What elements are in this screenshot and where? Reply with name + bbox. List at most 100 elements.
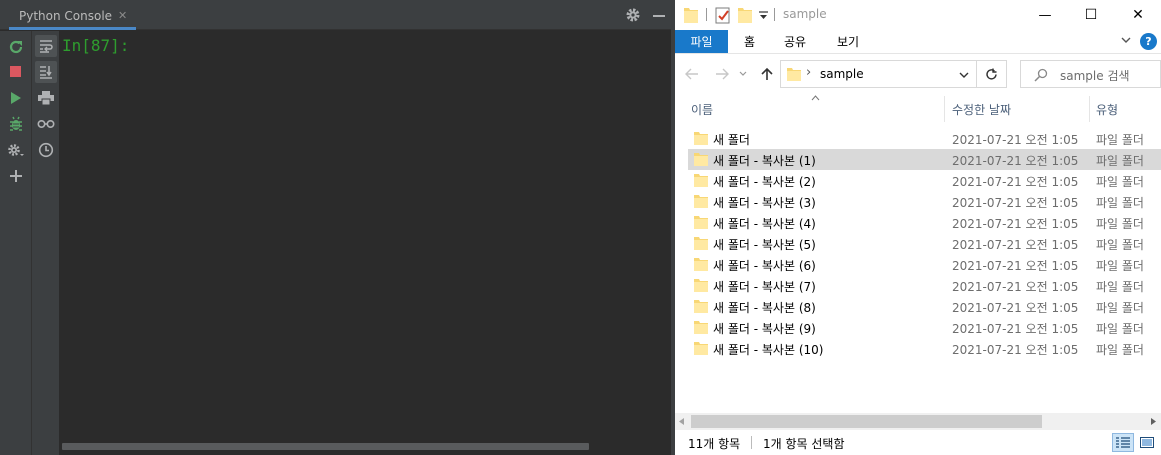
rerun-icon[interactable] <box>7 38 25 56</box>
console-prompt[interactable]: In[87]: <box>62 36 129 55</box>
print-icon[interactable] <box>37 89 55 107</box>
breadcrumb-separator[interactable]: › <box>806 65 811 80</box>
file-name: 새 폴더 - 복사본 (1) <box>713 154 816 168</box>
column-divider[interactable] <box>944 96 945 122</box>
minimize-icon[interactable] <box>653 7 665 23</box>
file-type: 파일 폴더 <box>1096 343 1144 357</box>
item-count: 11개 항목 <box>688 437 741 451</box>
recent-locations-icon[interactable] <box>739 71 747 77</box>
file-row[interactable]: 새 폴더 - 복사본 (6) 2021-07-21 오전 1:05 파일 폴더 <box>688 254 1161 275</box>
folder-icon <box>694 132 708 145</box>
file-row[interactable]: 새 폴더 - 복사본 (9) 2021-07-21 오전 1:05 파일 폴더 <box>688 317 1161 338</box>
file-row[interactable]: 새 폴더 - 복사본 (1) 2021-07-21 오전 1:05 파일 폴더 <box>688 149 1161 170</box>
sort-ascending-icon <box>811 95 820 101</box>
console-secondary-toolbar <box>32 31 60 455</box>
quick-access-dropdown-icon[interactable] <box>759 11 768 20</box>
details-view-button[interactable] <box>1112 433 1134 452</box>
file-date: 2021-07-21 오전 1:05 <box>952 238 1079 252</box>
file-type: 파일 폴더 <box>1096 154 1144 168</box>
window-title: sample <box>783 7 827 21</box>
properties-icon[interactable] <box>715 6 731 24</box>
tab-close-icon[interactable]: ✕ <box>118 9 127 22</box>
file-explorer-window: sample — ☐ ✕ 파일 홈 공유 보기 ? › sample sampl… <box>675 0 1161 455</box>
minimize-button[interactable]: — <box>1022 0 1068 30</box>
file-name: 새 폴더 - 복사본 (5) <box>713 238 816 252</box>
file-type: 파일 폴더 <box>1096 175 1144 189</box>
file-type: 파일 폴더 <box>1096 259 1144 273</box>
file-row[interactable]: 새 폴더 - 복사본 (4) 2021-07-21 오전 1:05 파일 폴더 <box>688 212 1161 233</box>
scroll-right-icon[interactable] <box>1151 418 1157 425</box>
breadcrumb-sample[interactable]: sample <box>820 67 864 81</box>
maximize-button[interactable]: ☐ <box>1068 0 1114 30</box>
show-variables-icon[interactable] <box>37 115 55 133</box>
expand-ribbon-icon[interactable] <box>1121 37 1131 44</box>
search-icon <box>1034 68 1048 82</box>
file-name: 새 폴더 - 복사본 (7) <box>713 280 816 294</box>
tab-share[interactable]: 공유 <box>784 30 806 53</box>
explorer-title-bar: sample — ☐ ✕ <box>675 0 1161 30</box>
tab-home[interactable]: 홈 <box>744 30 755 53</box>
file-row[interactable]: 새 폴더 - 복사본 (8) 2021-07-21 오전 1:05 파일 폴더 <box>688 296 1161 317</box>
file-row[interactable]: 새 폴더 - 복사본 (3) 2021-07-21 오전 1:05 파일 폴더 <box>688 191 1161 212</box>
large-icons-view-button[interactable] <box>1137 433 1157 452</box>
file-name: 새 폴더 - 복사본 (4) <box>713 217 816 231</box>
file-row[interactable]: 새 폴더 - 복사본 (2) 2021-07-21 오전 1:05 파일 폴더 <box>688 170 1161 191</box>
tab-view[interactable]: 보기 <box>837 30 859 53</box>
ribbon-tabs: 파일 홈 공유 보기 ? <box>675 30 1161 54</box>
column-header-name[interactable]: 이름 <box>691 96 713 122</box>
soft-wrap-icon[interactable] <box>35 35 57 57</box>
details-view-icon <box>1116 436 1130 448</box>
column-header-date[interactable]: 수정한 날짜 <box>952 96 1011 122</box>
scrollbar-thumb[interactable] <box>691 415 1042 428</box>
new-folder-icon[interactable] <box>738 7 752 23</box>
file-row[interactable]: 새 폴더 - 복사본 (5) 2021-07-21 오전 1:05 파일 폴더 <box>688 233 1161 254</box>
up-arrow-icon[interactable] <box>760 67 774 81</box>
console-horizontal-scrollbar[interactable] <box>62 443 589 450</box>
file-date: 2021-07-21 오전 1:05 <box>952 154 1079 168</box>
file-date: 2021-07-21 오전 1:05 <box>952 259 1079 273</box>
file-type: 파일 폴더 <box>1096 196 1144 210</box>
back-arrow-icon[interactable] <box>685 68 699 80</box>
file-date: 2021-07-21 오전 1:05 <box>952 343 1079 357</box>
address-dropdown-icon[interactable] <box>959 72 969 79</box>
forward-arrow-icon[interactable] <box>715 68 729 80</box>
debug-icon[interactable] <box>7 115 25 133</box>
file-name: 새 폴더 - 복사본 (3) <box>713 196 816 210</box>
file-date: 2021-07-21 오전 1:05 <box>952 217 1079 231</box>
run-icon[interactable] <box>7 89 25 107</box>
column-header-type[interactable]: 유형 <box>1096 96 1118 122</box>
history-clock-icon[interactable] <box>37 141 55 159</box>
file-row[interactable]: 새 폴더 - 복사본 (10) 2021-07-21 오전 1:05 파일 폴더 <box>688 338 1161 359</box>
file-row[interactable]: 새 폴더 - 복사본 (7) 2021-07-21 오전 1:05 파일 폴더 <box>688 275 1161 296</box>
folder-icon <box>694 300 708 313</box>
help-button[interactable]: ? <box>1140 33 1157 50</box>
folder-icon <box>694 237 708 250</box>
scroll-left-icon[interactable] <box>679 418 685 425</box>
close-button[interactable]: ✕ <box>1115 0 1161 30</box>
settings-gear-icon[interactable] <box>7 141 25 159</box>
python-console-panel: Python Console ✕ In[87]: <box>0 0 671 455</box>
horizontal-scrollbar[interactable] <box>675 413 1161 430</box>
status-bar: 11개 항목 1개 항목 선택함 <box>675 430 1161 455</box>
folder-icon <box>694 279 708 292</box>
refresh-button[interactable] <box>977 60 1007 88</box>
folder-icon <box>694 174 708 187</box>
stop-icon[interactable] <box>7 63 25 81</box>
folder-icon <box>694 153 708 166</box>
file-name: 새 폴더 <box>713 133 750 147</box>
tab-file[interactable]: 파일 <box>675 30 728 53</box>
file-type: 파일 폴더 <box>1096 133 1144 147</box>
file-type: 파일 폴더 <box>1096 301 1144 315</box>
folder-icon <box>694 195 708 208</box>
column-divider[interactable] <box>1089 96 1090 122</box>
tab-python-console[interactable]: Python Console ✕ <box>9 4 137 30</box>
scroll-to-end-icon[interactable] <box>35 61 57 83</box>
gear-icon[interactable] <box>625 7 641 23</box>
folder-icon <box>684 8 698 23</box>
address-bar[interactable]: › sample <box>780 60 977 88</box>
file-name: 새 폴더 - 복사본 (8) <box>713 301 816 315</box>
add-icon[interactable] <box>7 167 25 185</box>
search-box[interactable]: sample 검색 <box>1020 60 1161 88</box>
console-left-toolbar <box>0 31 32 455</box>
file-row[interactable]: 새 폴더 2021-07-21 오전 1:05 파일 폴더 <box>688 128 1161 149</box>
